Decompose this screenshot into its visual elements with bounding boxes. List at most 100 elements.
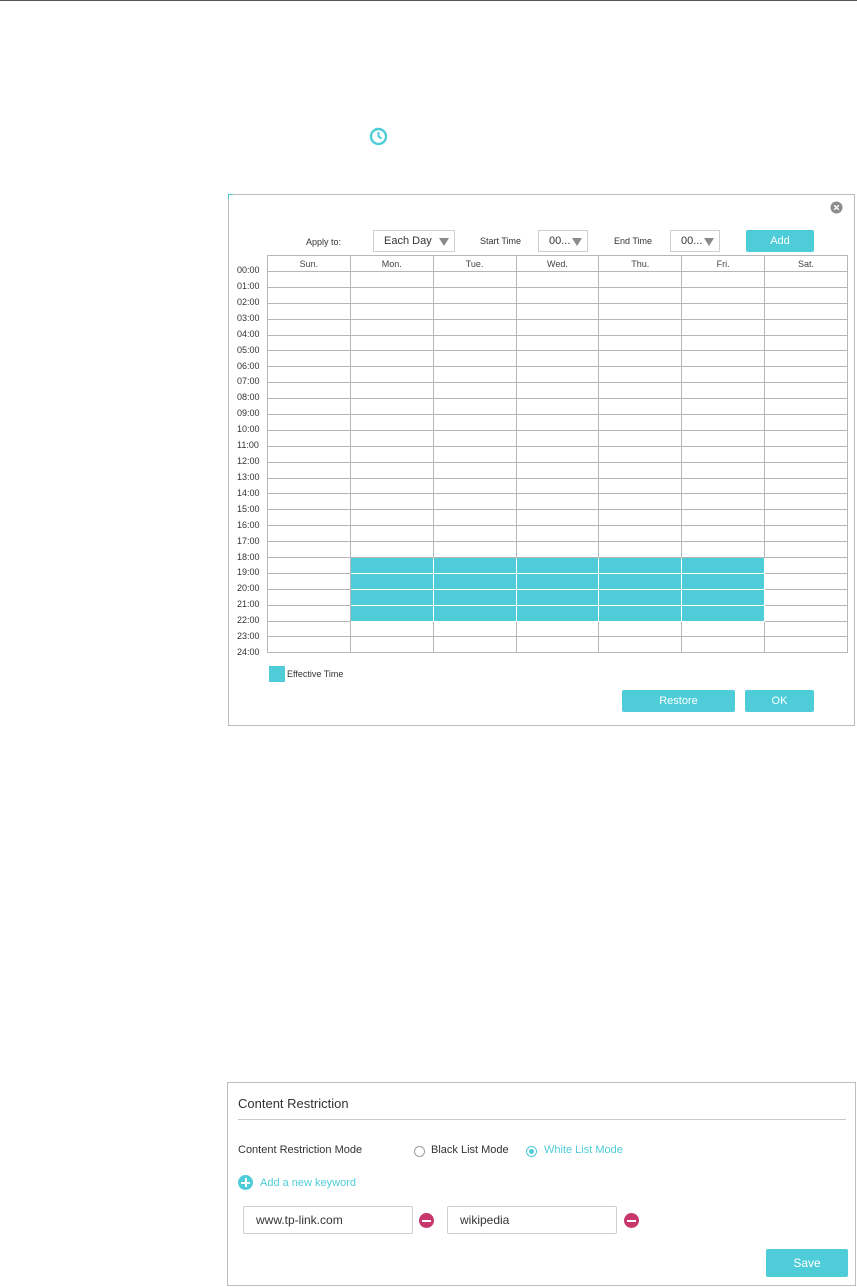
time-cell[interactable]: [598, 445, 683, 463]
time-cell[interactable]: [515, 334, 600, 352]
time-cell[interactable]: [349, 509, 434, 527]
time-cell[interactable]: [681, 477, 766, 495]
close-icon[interactable]: [830, 201, 843, 214]
time-cell[interactable]: [267, 557, 351, 574]
time-cell[interactable]: [349, 366, 434, 384]
time-cell[interactable]: [349, 350, 434, 368]
time-cell[interactable]: [764, 334, 848, 352]
time-cell[interactable]: [349, 318, 434, 336]
effective-time-cell[interactable]: [432, 557, 517, 574]
time-cell[interactable]: [267, 525, 351, 543]
time-cell[interactable]: [681, 414, 766, 431]
effective-time-cell[interactable]: [598, 572, 683, 590]
time-cell[interactable]: [267, 414, 351, 431]
time-cell[interactable]: [349, 414, 434, 431]
time-cell[interactable]: [515, 509, 600, 527]
time-cell[interactable]: [349, 525, 434, 543]
time-cell[interactable]: [432, 286, 517, 304]
time-cell[interactable]: [432, 636, 517, 654]
time-cell[interactable]: [764, 588, 848, 606]
time-cell[interactable]: [681, 334, 766, 352]
time-cell[interactable]: [515, 477, 600, 495]
time-cell[interactable]: [267, 509, 351, 527]
time-cell[interactable]: [681, 429, 766, 447]
time-cell[interactable]: [598, 636, 683, 654]
time-cell[interactable]: [764, 398, 848, 416]
time-cell[interactable]: [349, 334, 434, 352]
white-list-radio[interactable]: [526, 1146, 537, 1157]
time-cell[interactable]: [432, 398, 517, 416]
time-cell[interactable]: [432, 350, 517, 368]
black-list-radio[interactable]: [414, 1146, 425, 1157]
time-cell[interactable]: [432, 541, 517, 559]
time-cell[interactable]: [598, 414, 683, 431]
time-cell[interactable]: [432, 334, 517, 352]
time-cell[interactable]: [681, 525, 766, 543]
time-cell[interactable]: [598, 334, 683, 352]
time-cell[interactable]: [267, 572, 351, 590]
time-cell[interactable]: [681, 350, 766, 368]
ok-button[interactable]: OK: [745, 690, 814, 712]
effective-time-cell[interactable]: [681, 604, 766, 622]
time-cell[interactable]: [681, 382, 766, 400]
effective-time-cell[interactable]: [432, 588, 517, 606]
time-cell[interactable]: [432, 525, 517, 543]
time-cell[interactable]: [515, 525, 600, 543]
time-cell[interactable]: [349, 445, 434, 463]
effective-time-cell[interactable]: [349, 604, 434, 622]
time-cell[interactable]: [681, 445, 766, 463]
time-cell[interactable]: [681, 509, 766, 527]
time-cell[interactable]: [432, 366, 517, 384]
time-cell[interactable]: [267, 302, 351, 320]
time-cell[interactable]: [764, 557, 848, 574]
time-cell[interactable]: [267, 541, 351, 559]
time-cell[interactable]: [515, 318, 600, 336]
effective-time-cell[interactable]: [515, 572, 600, 590]
time-cell[interactable]: [267, 350, 351, 368]
time-cell[interactable]: [764, 429, 848, 447]
plus-circle-icon[interactable]: [238, 1175, 253, 1190]
time-cell[interactable]: [349, 286, 434, 304]
time-cell[interactable]: [515, 620, 600, 638]
time-cell[interactable]: [267, 636, 351, 654]
time-cell[interactable]: [267, 334, 351, 352]
time-cell[interactable]: [349, 302, 434, 320]
time-cell[interactable]: [432, 429, 517, 447]
time-cell[interactable]: [681, 636, 766, 654]
time-cell[interactable]: [515, 398, 600, 416]
time-cell[interactable]: [349, 477, 434, 495]
time-cell[interactable]: [598, 286, 683, 304]
time-cell[interactable]: [515, 302, 600, 320]
time-cell[interactable]: [267, 429, 351, 447]
time-cell[interactable]: [681, 271, 766, 288]
time-cell[interactable]: [764, 318, 848, 336]
time-cell[interactable]: [764, 414, 848, 431]
effective-time-cell[interactable]: [598, 557, 683, 574]
keyword-input-2[interactable]: [447, 1206, 617, 1234]
effective-time-cell[interactable]: [515, 557, 600, 574]
time-cell[interactable]: [515, 429, 600, 447]
effective-time-cell[interactable]: [598, 588, 683, 606]
time-cell[interactable]: [515, 636, 600, 654]
time-cell[interactable]: [515, 366, 600, 384]
time-cell[interactable]: [349, 541, 434, 559]
black-list-label[interactable]: Black List Mode: [431, 1144, 509, 1156]
time-cell[interactable]: [598, 302, 683, 320]
time-cell[interactable]: [598, 271, 683, 288]
time-cell[interactable]: [598, 318, 683, 336]
time-cell[interactable]: [515, 493, 600, 511]
time-cell[interactable]: [764, 302, 848, 320]
time-cell[interactable]: [764, 445, 848, 463]
time-cell[interactable]: [267, 588, 351, 606]
time-cell[interactable]: [681, 620, 766, 638]
time-cell[interactable]: [764, 572, 848, 590]
effective-time-cell[interactable]: [515, 604, 600, 622]
apply-to-select[interactable]: Each Day: [373, 230, 455, 252]
time-cell[interactable]: [764, 525, 848, 543]
time-cell[interactable]: [432, 620, 517, 638]
time-cell[interactable]: [432, 509, 517, 527]
time-cell[interactable]: [598, 509, 683, 527]
effective-time-cell[interactable]: [432, 572, 517, 590]
time-cell[interactable]: [267, 445, 351, 463]
time-cell[interactable]: [515, 350, 600, 368]
